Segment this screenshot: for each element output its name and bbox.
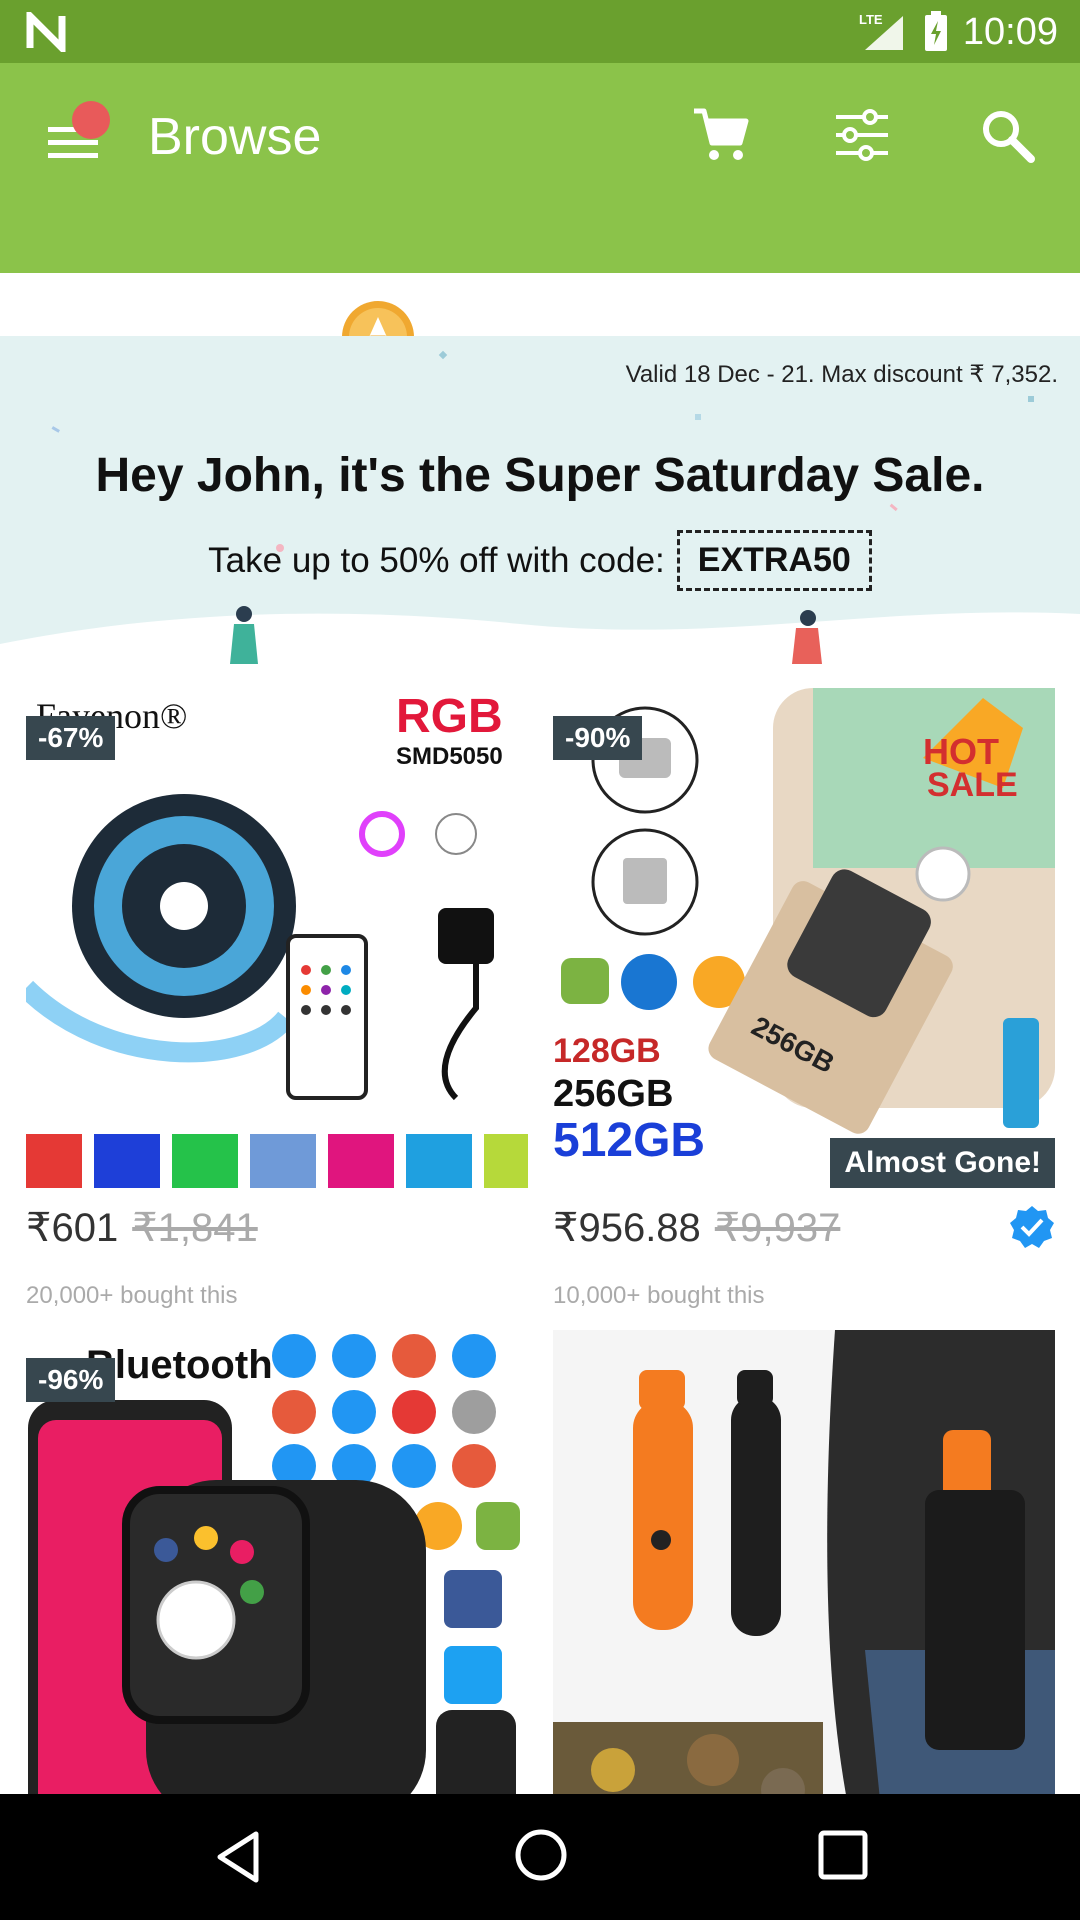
status-time: 10:09 (962, 10, 1058, 53)
svg-text:SALE: SALE (927, 766, 1018, 804)
svg-text:128GB: 128GB (553, 1032, 661, 1070)
original-price: ₹1,841 (132, 1206, 258, 1250)
notification-dot (72, 101, 110, 139)
promo-subtitle-text: Take up to 50% off with code: (208, 540, 665, 580)
back-icon[interactable] (210, 1828, 268, 1886)
almost-gone-badge: Almost Gone! (830, 1138, 1055, 1188)
discount-badge: -90% (553, 716, 643, 760)
pinpointer-illustration (553, 1330, 1055, 1830)
lte-signal-icon: LTE (859, 12, 903, 50)
status-bar: LTE 10:09 (0, 0, 1080, 63)
led-strip-illustration: Fayenon® RGB SMD5050 (26, 690, 528, 1188)
svg-text:RGB: RGB (396, 690, 503, 743)
person-illustration-left (230, 606, 258, 664)
banner-wave (0, 612, 1080, 664)
system-nav-bar (0, 1794, 1080, 1920)
price-row: ₹601 ₹1,841 (26, 1198, 528, 1258)
home-icon[interactable] (512, 1826, 570, 1884)
bought-count: 10,000+ bought this (553, 1282, 765, 1309)
notification-n-icon (26, 12, 66, 52)
usb-drive-illustration: HOT SALE 128GB 256GB 512GB 256GB (553, 688, 1055, 1167)
original-price: ₹9,937 (714, 1206, 841, 1250)
promo-banner[interactable]: Valid 18 Dec - 21. Max discount ₹ 7,352.… (0, 336, 1080, 664)
promo-subtitle: Take up to 50% off with code: EXTRA50 (0, 530, 1080, 591)
svg-text:SMD5050: SMD5050 (396, 743, 503, 770)
smartwatch-illustration: Bluetooth (28, 1334, 520, 1830)
price-row: ₹956.88 ₹9,937 (553, 1198, 1055, 1258)
product-image[interactable]: Fayenon® RGB SMD5050 -67% (26, 688, 528, 1188)
bought-count: 20,000+ bought this (26, 1282, 238, 1309)
promo-validity-text: Valid 18 Dec - 21. Max discount ₹ 7,352. (625, 361, 1058, 388)
page-title: Browse (148, 108, 322, 166)
person-illustration-right (792, 610, 822, 664)
promo-headline: Hey John, it's the Super Saturday Sale. (95, 449, 985, 502)
recent-apps-icon[interactable] (816, 1828, 870, 1882)
status-indicators: LTE 10:09 (859, 8, 1058, 56)
product-image[interactable] (553, 1330, 1055, 1830)
price: ₹601 (26, 1206, 119, 1250)
promo-code[interactable]: EXTRA50 (676, 530, 872, 591)
filter-icon[interactable] (830, 103, 894, 167)
search-icon[interactable] (975, 103, 1039, 167)
app-bar: Browse Popular Recently Viewed Watch (0, 63, 1080, 399)
product-image[interactable]: HOT SALE 128GB 256GB 512GB 256GB -90% Al… (553, 688, 1055, 1188)
product-image[interactable]: Bluetooth -96% (26, 1330, 528, 1830)
discount-badge: -96% (26, 1358, 116, 1402)
svg-text:512GB: 512GB (553, 1114, 705, 1167)
price: ₹956.88 (553, 1206, 701, 1250)
discount-badge: -67% (26, 716, 116, 760)
verified-check-icon (1010, 1206, 1054, 1248)
cart-icon[interactable] (690, 103, 754, 167)
battery-charging-icon (924, 11, 947, 51)
svg-text:256GB: 256GB (553, 1073, 673, 1115)
svg-text:LTE: LTE (859, 12, 883, 27)
